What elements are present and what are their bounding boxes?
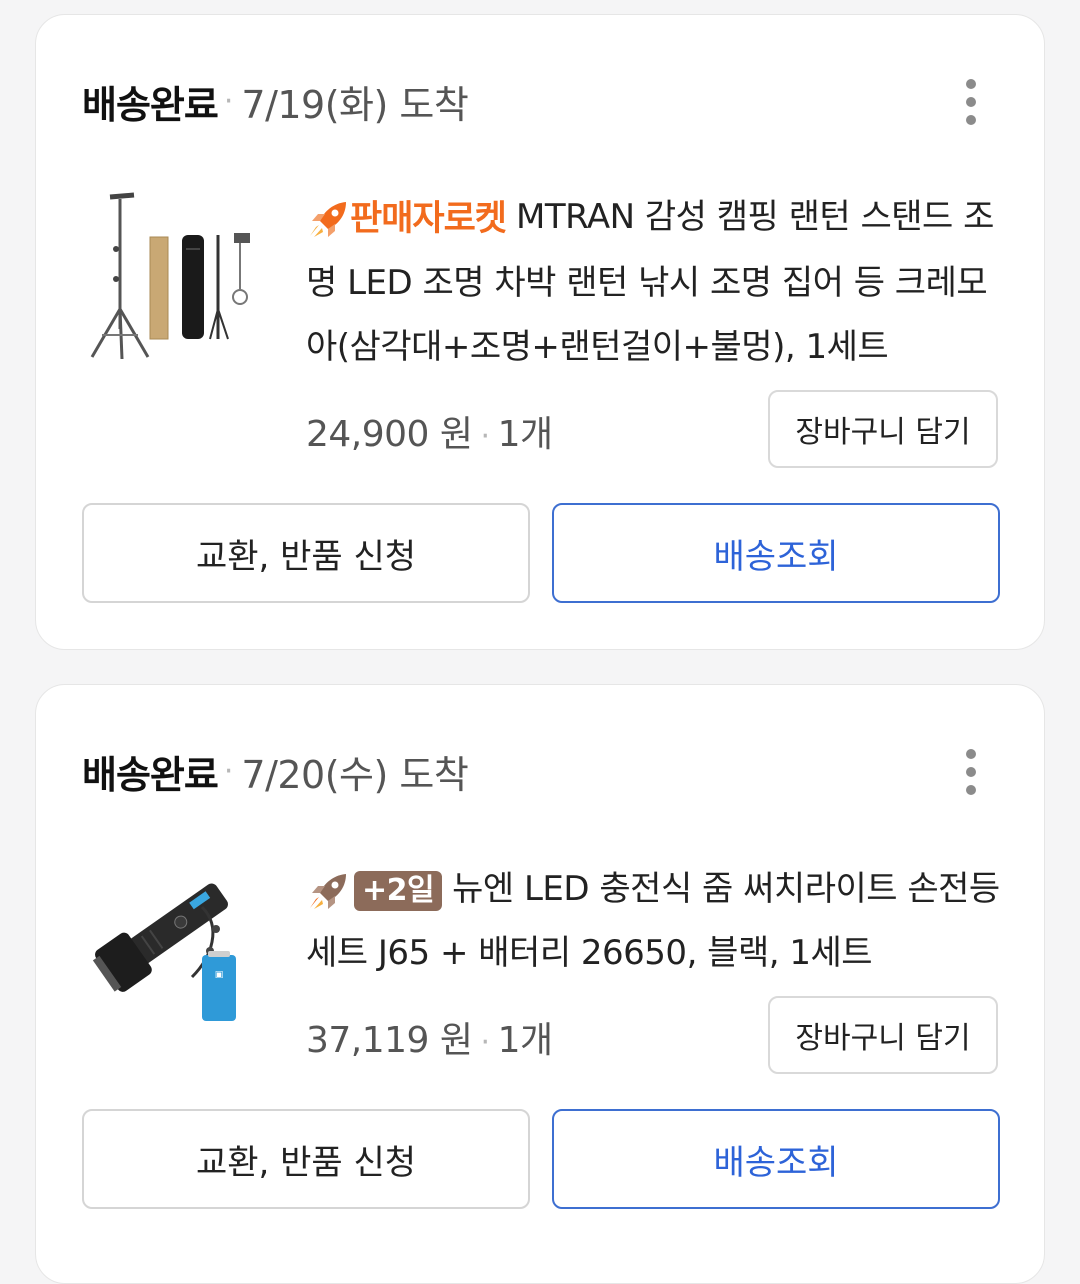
more-vertical-icon[interactable] xyxy=(956,79,986,125)
product-image[interactable] xyxy=(82,189,262,369)
order-card: 배송완료 · 7/20(수) 도착 ▣ +2일 뉴엔 LED 충전식 줌 써치라… xyxy=(35,684,1045,1284)
add-to-cart-button[interactable]: 장바구니 담기 xyxy=(768,390,998,468)
exchange-return-button[interactable]: 교환, 반품 신청 xyxy=(82,1109,530,1209)
add-to-cart-button[interactable]: 장바구니 담기 xyxy=(768,996,998,1074)
delivery-status: 배송완료 xyxy=(82,752,219,797)
product-quantity: 1개 xyxy=(497,1020,554,1061)
exchange-return-button[interactable]: 교환, 반품 신청 xyxy=(82,503,530,603)
track-delivery-button[interactable]: 배송조회 xyxy=(552,503,1000,603)
seller-rocket-badge: 판매자로켓 xyxy=(306,187,507,251)
order-header: 배송완료 · 7/20(수) 도착 xyxy=(82,745,469,797)
product-price: 24,900 원 xyxy=(306,414,473,455)
arrival-date: 7/20(수) 도착 xyxy=(241,752,469,797)
separator-dot: · xyxy=(223,83,234,119)
plus-days-badge: +2일 xyxy=(354,870,443,911)
badge-text: 판매자로켓 xyxy=(350,198,507,239)
rocket-icon xyxy=(310,873,346,909)
product-title[interactable]: +2일 뉴엔 LED 충전식 줌 써치라이트 손전등 세트 J65 + 배터리 … xyxy=(306,857,1006,985)
product-price: 37,119 원 xyxy=(306,1020,473,1061)
track-delivery-button[interactable]: 배송조회 xyxy=(552,1109,1000,1209)
rocket-icon xyxy=(310,201,346,237)
order-card: 배송완료 · 7/19(화) 도착 판매자로켓 MTRAN 감성 캠핑 랜턴 스… xyxy=(35,14,1045,650)
camping-lantern-stand-image xyxy=(90,192,250,360)
price-line: 37,119 원 · 1개 xyxy=(306,1011,553,1063)
separator-dot: · xyxy=(480,1025,491,1060)
product-title[interactable]: 판매자로켓 MTRAN 감성 캠핑 랜턴 스탠드 조명 LED 조명 차박 랜턴… xyxy=(306,185,1006,379)
product-image[interactable]: ▣ xyxy=(82,847,262,1027)
product-quantity: 1개 xyxy=(497,414,554,455)
separator-dot: · xyxy=(480,419,491,454)
rocket-delivery-badge: +2일 xyxy=(306,870,443,911)
price-line: 24,900 원 · 1개 xyxy=(306,405,553,457)
order-header: 배송완료 · 7/19(화) 도착 xyxy=(82,75,469,127)
delivery-status: 배송완료 xyxy=(82,82,219,127)
more-vertical-icon[interactable] xyxy=(956,749,986,795)
arrival-date: 7/19(화) 도착 xyxy=(241,82,469,127)
svg-text:▣: ▣ xyxy=(215,970,224,980)
separator-dot: · xyxy=(223,753,234,789)
flashlight-battery-image: ▣ xyxy=(92,883,236,1021)
